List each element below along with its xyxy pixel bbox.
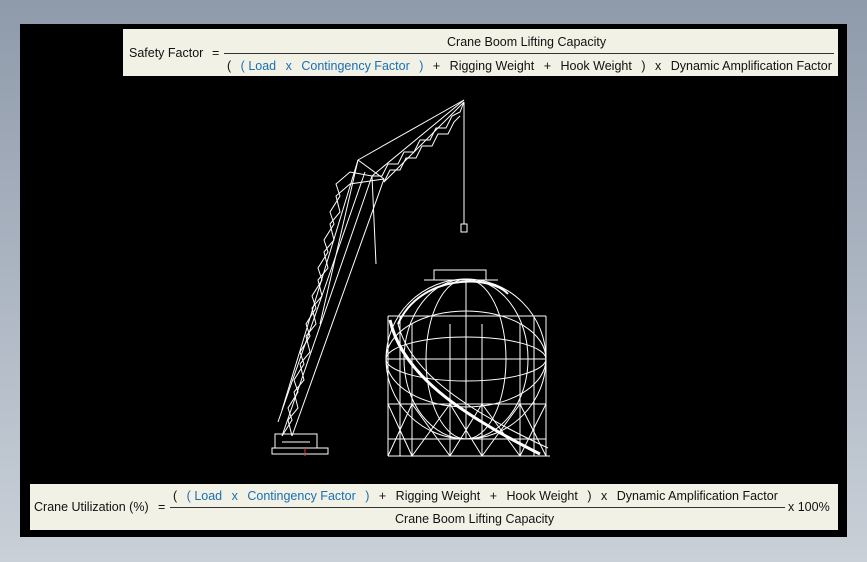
crane-utilization-numerator: ( ( Load x Contingency Factor ) + Riggin… [173, 489, 778, 503]
crane-utilization-formula: Crane Utilization (%) = ( ( Load x Conti… [30, 484, 838, 530]
crane-illustration [271, 99, 468, 456]
times-sign: x [600, 489, 608, 503]
daf-term: Dynamic Amplification Factor [616, 489, 778, 503]
rigging-term: Rigging Weight [395, 489, 481, 503]
load-term: Load [194, 489, 223, 503]
crane-and-vessel-drawing [271, 99, 550, 457]
top-platform [433, 269, 487, 281]
equals-sign: = [158, 500, 166, 514]
plus-sign: + [489, 489, 498, 503]
times-sign: x [231, 489, 238, 503]
main-boom [277, 171, 385, 437]
fraction-bar [170, 507, 785, 508]
contingency-term: Contingency Factor [247, 489, 356, 503]
paren: ( [186, 489, 191, 503]
hook-block [460, 223, 468, 233]
crane-crawler-body [274, 433, 318, 449]
crane-utilization-denominator: Crane Boom Lifting Capacity [395, 512, 555, 526]
percent-multiplier: x 100% [788, 500, 830, 514]
rigging-line [371, 175, 377, 265]
diagram-canvas: Safety Factor = Crane Boom Lifting Capac… [20, 24, 847, 537]
spherical-vessel [385, 269, 550, 457]
crane-crawler-track [271, 447, 329, 455]
paren: ) [365, 489, 370, 503]
plus-sign: + [378, 489, 387, 503]
luffing-jib [371, 99, 465, 183]
paren: ( [173, 489, 178, 503]
hook-term: Hook Weight [506, 489, 578, 503]
paren: ) [587, 489, 592, 503]
spiral-stair-rail [397, 323, 549, 449]
crane-utilization-label: Crane Utilization (%) [34, 500, 149, 514]
spiral-stair [397, 280, 509, 325]
backstay-mast [281, 99, 465, 411]
